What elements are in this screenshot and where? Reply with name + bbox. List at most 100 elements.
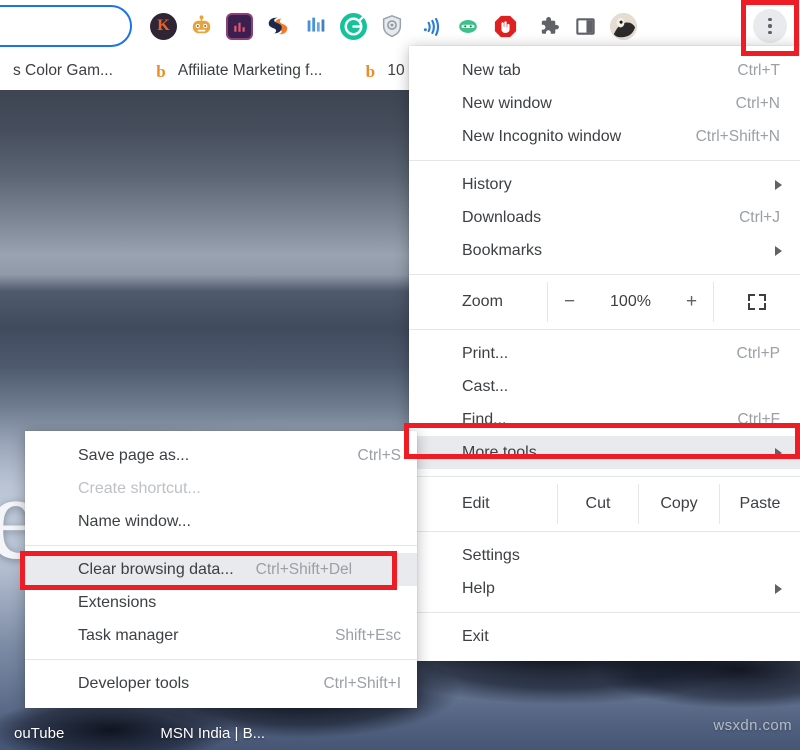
extension-wifi-signal[interactable] [416, 13, 443, 40]
menu-item-label: Print... [462, 345, 737, 363]
screenshot-root: e wsxdn.com ouTube MSN India | B... [0, 0, 800, 750]
menu-item-shortcut: Ctrl+Shift+N [696, 128, 782, 146]
extension-grammarly[interactable] [340, 13, 367, 40]
edit-paste-button[interactable]: Paste [719, 484, 800, 524]
menu-item-label: Cast... [462, 378, 782, 396]
menu-item-label: Help [462, 580, 767, 598]
submenu-item-extensions[interactable]: Extensions [25, 586, 417, 619]
zoom-percentage: 100% [607, 293, 655, 311]
submenu-item-label: Task manager [78, 627, 335, 645]
zoom-in-button[interactable]: + [683, 291, 701, 313]
zoom-out-button[interactable]: − [561, 291, 579, 313]
menu-item-label: History [462, 176, 767, 194]
menu-item-cast[interactable]: Cast... [409, 370, 800, 403]
extension-mozbar[interactable] [302, 13, 329, 40]
zoom-label: Zoom [409, 282, 547, 322]
profile-avatar[interactable] [610, 13, 637, 40]
taskbar-item-youtube[interactable]: ouTube [0, 725, 78, 742]
chevron-right-icon [775, 448, 782, 458]
submenu-item-create-shortcut: Create shortcut... [25, 472, 417, 505]
fullscreen-icon [748, 294, 766, 310]
bookmark-item-10[interactable]: b 10 [349, 56, 417, 86]
menu-item-label: Settings [462, 547, 782, 565]
highlight-box-menu-button [741, 0, 799, 56]
menu-item-label: More tools [462, 444, 767, 462]
menu-item-history[interactable]: History [409, 168, 800, 201]
bookmark-item-color-gam[interactable]: s Color Gam... [0, 56, 126, 86]
chevron-right-icon [775, 246, 782, 256]
menu-item-label: Bookmarks [462, 242, 767, 260]
extension-shield-antivirus[interactable] [378, 13, 405, 40]
submenu-item-shortcut: Ctrl+Shift+I [323, 675, 401, 693]
chevron-right-icon [775, 180, 782, 190]
menu-item-shortcut: Ctrl+J [739, 209, 782, 227]
extension-kaspersky[interactable]: K [150, 13, 177, 40]
extensions-puzzle-icon[interactable] [534, 13, 561, 40]
menu-item-new-incognito-window[interactable]: New Incognito window Ctrl+Shift+N [409, 120, 800, 153]
menu-item-print[interactable]: Print... Ctrl+P [409, 337, 800, 370]
menu-item-new-window[interactable]: New window Ctrl+N [409, 87, 800, 120]
extension-analytics[interactable] [226, 13, 253, 40]
menu-item-label: New Incognito window [462, 128, 696, 146]
submenu-item-shortcut: Ctrl+S [358, 447, 402, 465]
menu-separator [409, 612, 800, 613]
menu-item-shortcut: Ctrl+P [737, 345, 783, 363]
bookmark-label: Affiliate Marketing f... [178, 62, 322, 80]
menu-item-downloads[interactable]: Downloads Ctrl+J [409, 201, 800, 234]
menu-item-shortcut: Ctrl+T [737, 62, 782, 80]
bookmark-favicon: b [153, 63, 169, 80]
submenu-item-label: Developer tools [78, 675, 323, 693]
submenu-item-save-page-as[interactable]: Save page as... Ctrl+S [25, 439, 417, 472]
extension-adblock[interactable] [492, 13, 519, 40]
address-bar[interactable] [0, 5, 132, 47]
submenu-item-label: Name window... [78, 513, 401, 531]
menu-item-more-tools[interactable]: More tools [409, 436, 800, 469]
bookmark-favicon: b [362, 63, 378, 80]
fullscreen-button[interactable] [714, 282, 800, 322]
menu-item-label: Find... [462, 411, 737, 429]
bookmark-label: 10 [387, 62, 404, 80]
menu-item-label: New window [462, 95, 736, 113]
chevron-right-icon [775, 584, 782, 594]
menu-item-exit[interactable]: Exit [409, 620, 800, 653]
menu-item-bookmarks[interactable]: Bookmarks [409, 234, 800, 267]
menu-item-shortcut: Ctrl+N [736, 95, 782, 113]
extension-similarweb[interactable] [264, 13, 291, 40]
submenu-separator [25, 659, 417, 660]
browser-toolbar: K [0, 0, 800, 52]
extension-ninja[interactable] [454, 13, 481, 40]
edit-label: Edit [409, 484, 557, 524]
menu-item-new-tab[interactable]: New tab Ctrl+T [409, 54, 800, 87]
chrome-main-menu: New tab Ctrl+T New window Ctrl+N New Inc… [409, 46, 800, 661]
submenu-item-label: Create shortcut... [78, 480, 401, 498]
side-panel-icon[interactable] [572, 13, 599, 40]
menu-item-settings[interactable]: Settings [409, 539, 800, 572]
menu-separator [409, 329, 800, 330]
edit-cut-button[interactable]: Cut [557, 484, 638, 524]
submenu-item-clear-browsing-data[interactable]: Clear browsing data... Ctrl+Shift+Del [25, 553, 417, 586]
menu-separator [409, 274, 800, 275]
zoom-controls: − 100% + [547, 282, 714, 322]
menu-item-find[interactable]: Find... Ctrl+F [409, 403, 800, 436]
more-tools-submenu: Save page as... Ctrl+S Create shortcut..… [25, 431, 417, 708]
submenu-item-task-manager[interactable]: Task manager Shift+Esc [25, 619, 417, 652]
extensions-toolbar: K [150, 0, 637, 52]
menu-separator [409, 531, 800, 532]
submenu-item-shortcut: Ctrl+Shift+Del [256, 561, 352, 579]
menu-item-label: Downloads [462, 209, 739, 227]
submenu-item-shortcut: Shift+Esc [335, 627, 401, 645]
taskbar-item-msn[interactable]: MSN India | B... [146, 725, 279, 742]
submenu-item-name-window[interactable]: Name window... [25, 505, 417, 538]
windows-taskbar: ouTube MSN India | B... [0, 716, 800, 750]
menu-item-shortcut: Ctrl+F [737, 411, 782, 429]
menu-item-help[interactable]: Help [409, 572, 800, 605]
submenu-item-label: Extensions [78, 594, 401, 612]
extension-robot-assistant[interactable] [188, 13, 215, 40]
bookmark-item-affiliate-marketing[interactable]: b Affiliate Marketing f... [140, 56, 335, 86]
submenu-item-developer-tools[interactable]: Developer tools Ctrl+Shift+I [25, 667, 417, 700]
menu-separator [409, 476, 800, 477]
menu-separator [409, 160, 800, 161]
edit-copy-button[interactable]: Copy [638, 484, 719, 524]
submenu-separator [25, 545, 417, 546]
menu-zoom-row: Zoom − 100% + [409, 282, 800, 322]
